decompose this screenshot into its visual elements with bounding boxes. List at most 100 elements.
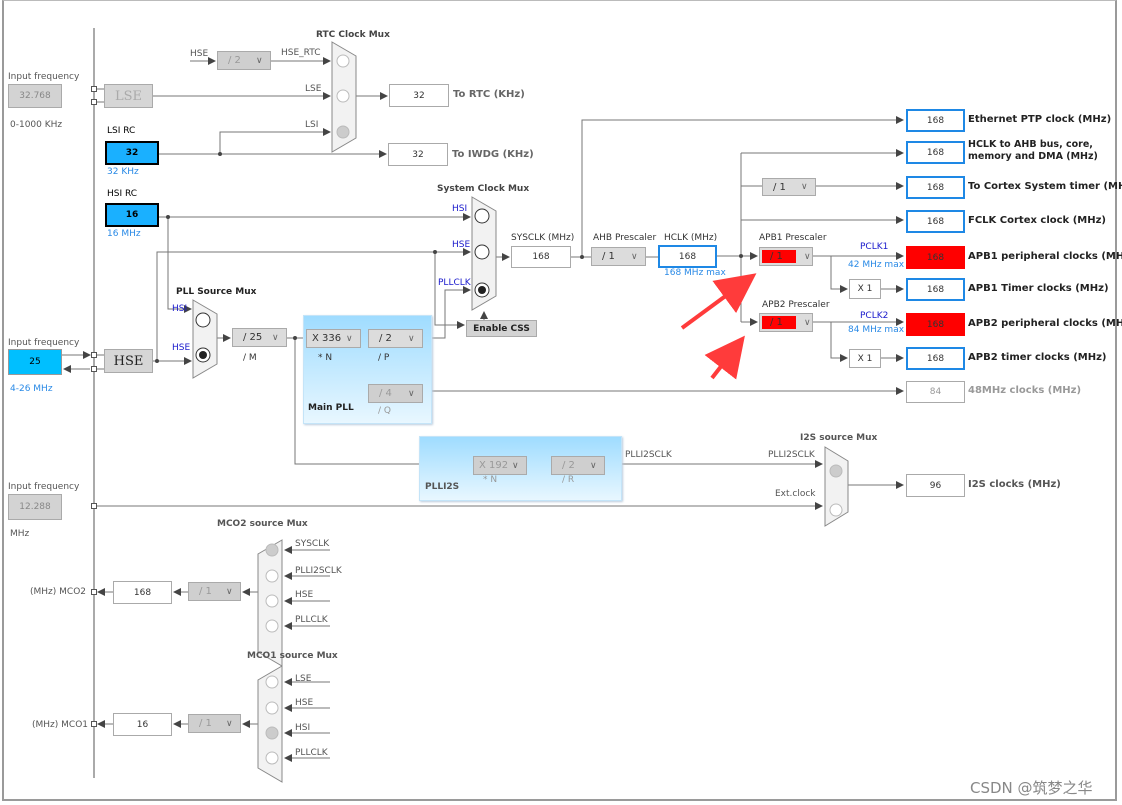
lsi-freq: 32 KHz bbox=[107, 167, 139, 177]
pll-m-dropdown[interactable]: / 25 ∨ bbox=[232, 328, 287, 347]
mco1-label: (MHz) MCO1 bbox=[32, 720, 88, 730]
pllmux-hsi-radio-label[interactable]: HSI bbox=[172, 304, 187, 314]
rtc-output-label: To RTC (KHz) bbox=[453, 89, 525, 100]
hsi-freq: 16 MHz bbox=[107, 229, 141, 239]
mco2-mux-title: MCO2 source Mux bbox=[217, 519, 308, 529]
pll-q-dropdown[interactable]: / 4 ∨ bbox=[368, 384, 423, 403]
mco2-label: (MHz) MCO2 bbox=[30, 587, 86, 597]
lse-input-frequency[interactable]: 32.768 bbox=[8, 84, 62, 108]
hclk-ahb-label-2: memory and DMA (MHz) bbox=[968, 151, 1098, 162]
mco1-input-label[interactable]: LSE bbox=[295, 674, 311, 684]
ethernet-ptp-value[interactable]: 168 bbox=[906, 109, 965, 132]
hse-rtc-label: HSE_RTC bbox=[281, 48, 321, 58]
dropdown-value: / 2 bbox=[379, 333, 392, 344]
chevron-down-icon: ∨ bbox=[804, 317, 811, 328]
plli2s-r-dropdown[interactable]: / 2 ∨ bbox=[551, 456, 605, 475]
chevron-down-icon: ∨ bbox=[272, 332, 279, 343]
mco2-input-label[interactable]: HSE bbox=[295, 590, 313, 600]
lse-range: 0-1000 KHz bbox=[10, 120, 63, 130]
plli2s-n-dropdown[interactable]: X 192 ∨ bbox=[473, 456, 527, 475]
hsi-rc-label: HSI RC bbox=[107, 189, 138, 199]
watermark: CSDN @筑梦之华 bbox=[970, 779, 1093, 797]
ahb-prescaler-dropdown[interactable]: / 1 ∨ bbox=[591, 247, 646, 266]
hse-source[interactable]: HSE bbox=[104, 349, 153, 373]
mco2-value: 168 bbox=[113, 581, 172, 604]
mco2-input-label[interactable]: PLLI2SCLK bbox=[295, 566, 342, 576]
fclk-value[interactable]: 168 bbox=[906, 210, 965, 233]
enable-css-button[interactable]: Enable CSS bbox=[466, 320, 537, 337]
i2s-mux-title: I2S source Mux bbox=[800, 433, 878, 443]
mco2-pin bbox=[91, 589, 97, 595]
rtc-lsi-label: LSI bbox=[305, 120, 319, 130]
ethernet-ptp-label: Ethernet PTP clock (MHz) bbox=[968, 114, 1112, 125]
apb2-prescaler-dropdown[interactable]: / 1 ∨ bbox=[759, 313, 813, 332]
hse-pin bbox=[91, 352, 97, 358]
ext-pin bbox=[91, 503, 97, 509]
dropdown-value: / 25 bbox=[243, 332, 263, 343]
mco1-input-label[interactable]: PLLCLK bbox=[295, 748, 328, 758]
lse-source[interactable]: LSE bbox=[104, 84, 153, 108]
hse-pin bbox=[91, 366, 97, 372]
apb2-timer-value[interactable]: 168 bbox=[906, 347, 965, 370]
pll-source-mux-title: PLL Source Mux bbox=[176, 287, 257, 297]
chevron-down-icon: ∨ bbox=[408, 388, 415, 399]
rtc-mux-title: RTC Clock Mux bbox=[316, 30, 390, 40]
lsi-rc-label: LSI RC bbox=[107, 126, 136, 136]
apb1-timer-value[interactable]: 168 bbox=[906, 278, 965, 301]
cortex-timer-value[interactable]: 168 bbox=[906, 176, 965, 199]
ext-input-unit: MHz bbox=[10, 529, 30, 539]
pllmux-hse-radio-label[interactable]: HSE bbox=[172, 343, 190, 353]
hse-range: 4-26 MHz bbox=[10, 384, 53, 394]
mco2-divider-dropdown[interactable]: / 1 ∨ bbox=[188, 582, 241, 601]
mco1-divider-dropdown[interactable]: / 1 ∨ bbox=[188, 714, 241, 733]
pll-p-dropdown[interactable]: / 2 ∨ bbox=[368, 329, 423, 348]
pll-m-label: / M bbox=[243, 353, 257, 363]
sysclk-value: 168 bbox=[511, 246, 571, 268]
apb1-timer-label: APB1 Timer clocks (MHz) bbox=[968, 283, 1109, 294]
i2smux-ext-label: Ext.clock bbox=[775, 489, 816, 499]
dropdown-value: / 1 bbox=[773, 181, 786, 193]
sysmux-pllclk-radio-label[interactable]: PLLCLK bbox=[438, 278, 471, 288]
chevron-down-icon: ∨ bbox=[804, 251, 811, 262]
mco1-mux-title: MCO1 source Mux bbox=[247, 651, 338, 661]
lse-pin bbox=[91, 86, 97, 92]
rtc-hse-label: HSE bbox=[190, 49, 209, 59]
hse-input-label: Input frequency bbox=[8, 338, 80, 348]
mco2-input-label[interactable]: SYSCLK bbox=[295, 539, 329, 549]
apb2-prescaler-label: APB2 Prescaler bbox=[762, 300, 830, 310]
apb1-peripheral-label: APB1 peripheral clocks (MHz) bbox=[968, 251, 1122, 262]
mco1-input-label[interactable]: HSI bbox=[295, 723, 310, 733]
system-clock-mux-title: System Clock Mux bbox=[437, 184, 530, 194]
iwdg-output-label: To IWDG (KHz) bbox=[452, 149, 534, 160]
apb1-peripheral-value[interactable]: 168 bbox=[906, 246, 965, 269]
dropdown-value: / 1 bbox=[762, 250, 796, 263]
hse-rtc-divider-dropdown[interactable]: / 2 ∨ bbox=[217, 51, 271, 70]
mco1-pin bbox=[91, 721, 97, 727]
iwdg-output-value: 32 bbox=[388, 143, 448, 166]
hclk-input[interactable]: 168 bbox=[658, 245, 717, 268]
pll-n-label: * N bbox=[318, 353, 333, 363]
hse-input-frequency[interactable]: 25 bbox=[8, 349, 62, 375]
ext-input-label: Input frequency bbox=[8, 482, 80, 492]
hclk-ahb-value[interactable]: 168 bbox=[906, 141, 965, 164]
dropdown-value: / 1 bbox=[199, 718, 212, 729]
sysmux-hsi-radio-label[interactable]: HSI bbox=[452, 204, 467, 214]
pll-n-dropdown[interactable]: X 336 ∨ bbox=[306, 329, 361, 348]
apb1-prescaler-dropdown[interactable]: / 1 ∨ bbox=[759, 247, 813, 266]
48mhz-clock-value: 84 bbox=[906, 381, 965, 403]
lse-pin bbox=[91, 99, 97, 105]
mco1-value: 16 bbox=[113, 713, 172, 736]
dropdown-value: / 1 bbox=[199, 586, 212, 597]
cortex-timer-divider-dropdown[interactable]: / 1 ∨ bbox=[762, 178, 816, 196]
ext-input-frequency[interactable]: 12.288 bbox=[8, 494, 62, 520]
sysmux-hse-radio-label[interactable]: HSE bbox=[452, 240, 470, 250]
mco1-input-label[interactable]: HSE bbox=[295, 698, 313, 708]
apb2-max: 84 MHz max bbox=[848, 325, 905, 335]
chevron-down-icon: ∨ bbox=[346, 333, 353, 344]
dropdown-value: X 336 bbox=[312, 333, 342, 344]
mco2-input-label[interactable]: PLLCLK bbox=[295, 615, 328, 625]
chevron-down-icon: ∨ bbox=[590, 460, 597, 471]
apb2-peripheral-value[interactable]: 168 bbox=[906, 313, 965, 336]
chevron-down-icon: ∨ bbox=[256, 55, 263, 66]
plli2s-r-label: / R bbox=[562, 475, 575, 485]
